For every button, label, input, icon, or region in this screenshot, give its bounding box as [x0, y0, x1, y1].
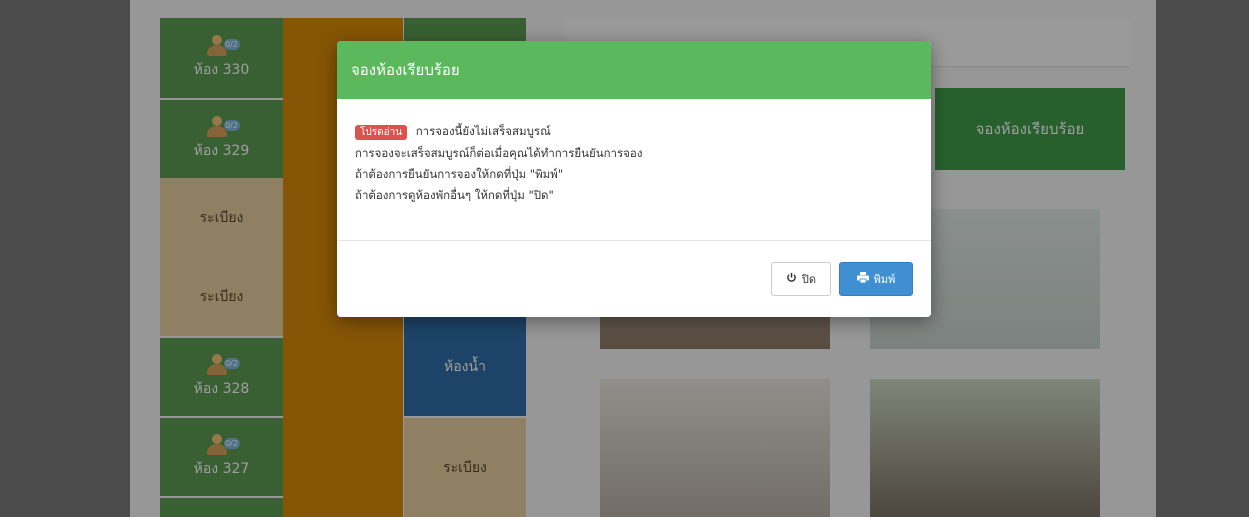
print-label: พิมพ์ — [873, 273, 896, 286]
notice-line-4: ถ้าต้องการดูห้องพักอื่นๆ ให้กดที่ปุ่ม "ป… — [355, 188, 554, 202]
modal-footer: ปิด พิมพ์ — [337, 240, 931, 317]
notice-badge: โปรดอ่าน — [355, 125, 408, 140]
print-icon — [856, 272, 869, 286]
modal-title: จองห้องเรียบร้อย — [351, 61, 460, 79]
power-icon — [786, 272, 797, 286]
notice-line-3: ถ้าต้องการยืนยันการจองให้กดที่ปุ่ม "พิมพ… — [355, 167, 564, 181]
print-button[interactable]: พิมพ์ — [839, 262, 913, 296]
close-button[interactable]: ปิด — [771, 262, 831, 296]
modal-body: โปรดอ่าน การจองนี้ยังไม่เสร็จสมบูรณ์ การ… — [337, 99, 931, 241]
close-label: ปิด — [801, 273, 817, 286]
booking-modal: จองห้องเรียบร้อย โปรดอ่าน การจองนี้ยังไม… — [337, 41, 931, 317]
notice-line-2: การจองจะเสร็จสมบูรณ์ก็ต่อเมื่อคุณได้ทำกา… — [355, 146, 643, 160]
notice-line-1: การจองนี้ยังไม่เสร็จสมบูรณ์ — [415, 124, 551, 138]
modal-header: จองห้องเรียบร้อย — [337, 41, 931, 99]
